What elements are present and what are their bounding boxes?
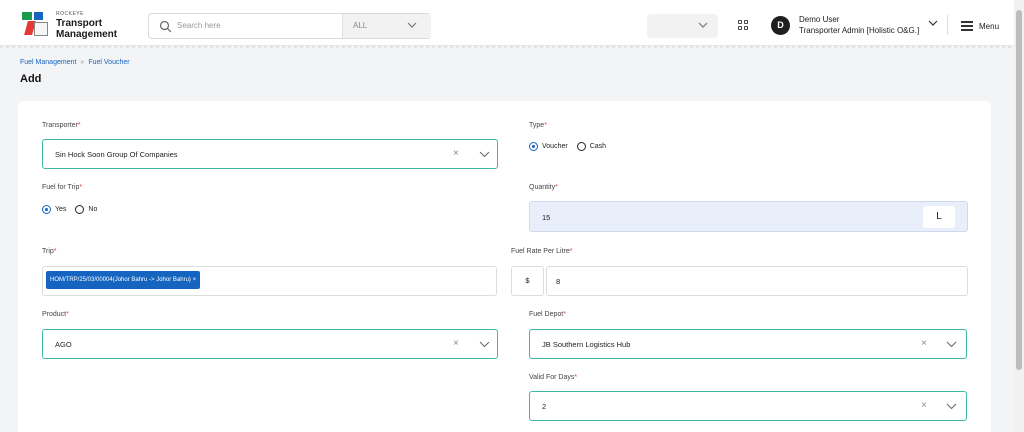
transporter-select[interactable]: Sin Hock Soon Group Of Companies × xyxy=(42,139,498,169)
fuel-for-trip-label: Fuel for Trip* xyxy=(42,184,83,191)
clear-icon[interactable]: × xyxy=(453,338,459,349)
type-radio-cash[interactable]: Cash xyxy=(576,142,606,151)
chevron-down-icon[interactable] xyxy=(479,341,490,348)
user-role: Transporter Admin [Holistic O&G.] xyxy=(799,26,920,35)
fuel-depot-select[interactable]: JB Southern Logistics Hub × xyxy=(529,329,967,359)
brand-title-line1: Transport xyxy=(56,18,103,29)
fuel-rate-label: Fuel Rate Per Litre* xyxy=(511,248,573,255)
quantity-value: 15 xyxy=(542,213,551,222)
fuel-depot-value: JB Southern Logistics Hub xyxy=(542,340,631,349)
fuel-rate-value: 8 xyxy=(556,277,561,286)
quantity-unit-badge: L xyxy=(923,206,955,228)
fuel-depot-label: Fuel Depot* xyxy=(529,311,566,318)
chevron-down-icon[interactable] xyxy=(946,341,957,348)
apps-grid-icon[interactable] xyxy=(738,20,748,30)
trip-label: Trip* xyxy=(42,248,57,255)
valid-for-days-label: Valid For Days* xyxy=(529,374,578,381)
fuel-for-trip-radio-group: Yes No xyxy=(42,205,106,214)
product-value: AGO xyxy=(55,340,72,349)
breadcrumb-fuel-voucher[interactable]: Fuel Voucher xyxy=(88,59,129,66)
chevron-down-icon xyxy=(698,22,708,28)
scrollbar-thumb[interactable] xyxy=(1016,10,1022,370)
page-scrollbar[interactable] xyxy=(1014,0,1024,432)
top-header: ROCKEYE Transport Management Search here… xyxy=(0,0,1014,48)
header-divider xyxy=(947,15,948,35)
hamburger-menu-icon[interactable] xyxy=(961,21,973,31)
page-title: Add xyxy=(20,73,42,85)
currency-prefix: $ xyxy=(511,266,544,296)
search-icon xyxy=(159,20,172,33)
transporter-label: Transporter* xyxy=(42,122,81,129)
product-label: Product* xyxy=(42,311,69,318)
transporter-value: Sin Hock Soon Group Of Companies xyxy=(55,150,178,159)
quantity-label: Quantity* xyxy=(529,184,558,191)
global-search[interactable]: Search here ALL xyxy=(148,13,431,39)
breadcrumb-fuel-management[interactable]: Fuel Management xyxy=(20,59,76,66)
valid-for-days-value: 2 xyxy=(542,402,547,411)
fuel-rate-input[interactable]: 8 xyxy=(546,266,968,296)
user-name: Demo User xyxy=(799,15,840,24)
breadcrumb-separator-icon: » xyxy=(80,59,85,66)
fuel-for-trip-no[interactable]: No xyxy=(75,205,97,214)
chevron-down-icon[interactable] xyxy=(946,403,957,410)
breadcrumb: Fuel Management » Fuel Voucher xyxy=(20,59,130,66)
chevron-down-icon[interactable] xyxy=(479,151,490,158)
quantity-field[interactable]: 15 L xyxy=(529,201,968,232)
fuel-for-trip-yes[interactable]: Yes xyxy=(42,205,66,214)
search-scope-select[interactable]: ALL xyxy=(342,14,431,38)
brand-top-text: ROCKEYE xyxy=(56,11,84,17)
product-select[interactable]: AGO × xyxy=(42,329,498,359)
type-radio-group: Voucher Cash xyxy=(529,142,615,151)
search-scope-value: ALL xyxy=(353,21,368,30)
clear-icon[interactable]: × xyxy=(453,148,459,159)
clear-icon[interactable]: × xyxy=(921,400,927,411)
search-input[interactable]: Search here xyxy=(177,21,221,30)
brand-title-line2: Management xyxy=(56,29,118,40)
trip-selected-tag[interactable]: HOM/TRP/25/03/00004(Johor Bahru -> Johor… xyxy=(46,271,201,289)
header-select[interactable] xyxy=(647,14,718,38)
clear-icon[interactable]: × xyxy=(921,338,927,349)
type-radio-voucher[interactable]: Voucher xyxy=(529,142,568,151)
chevron-down-icon xyxy=(407,22,417,28)
user-menu-chevron-icon[interactable] xyxy=(928,20,938,26)
app-logo[interactable] xyxy=(22,10,50,38)
avatar[interactable]: D xyxy=(771,16,790,35)
valid-for-days-select[interactable]: 2 × xyxy=(529,391,967,421)
menu-button[interactable]: Menu xyxy=(979,22,999,31)
type-label: Type* xyxy=(529,122,547,129)
